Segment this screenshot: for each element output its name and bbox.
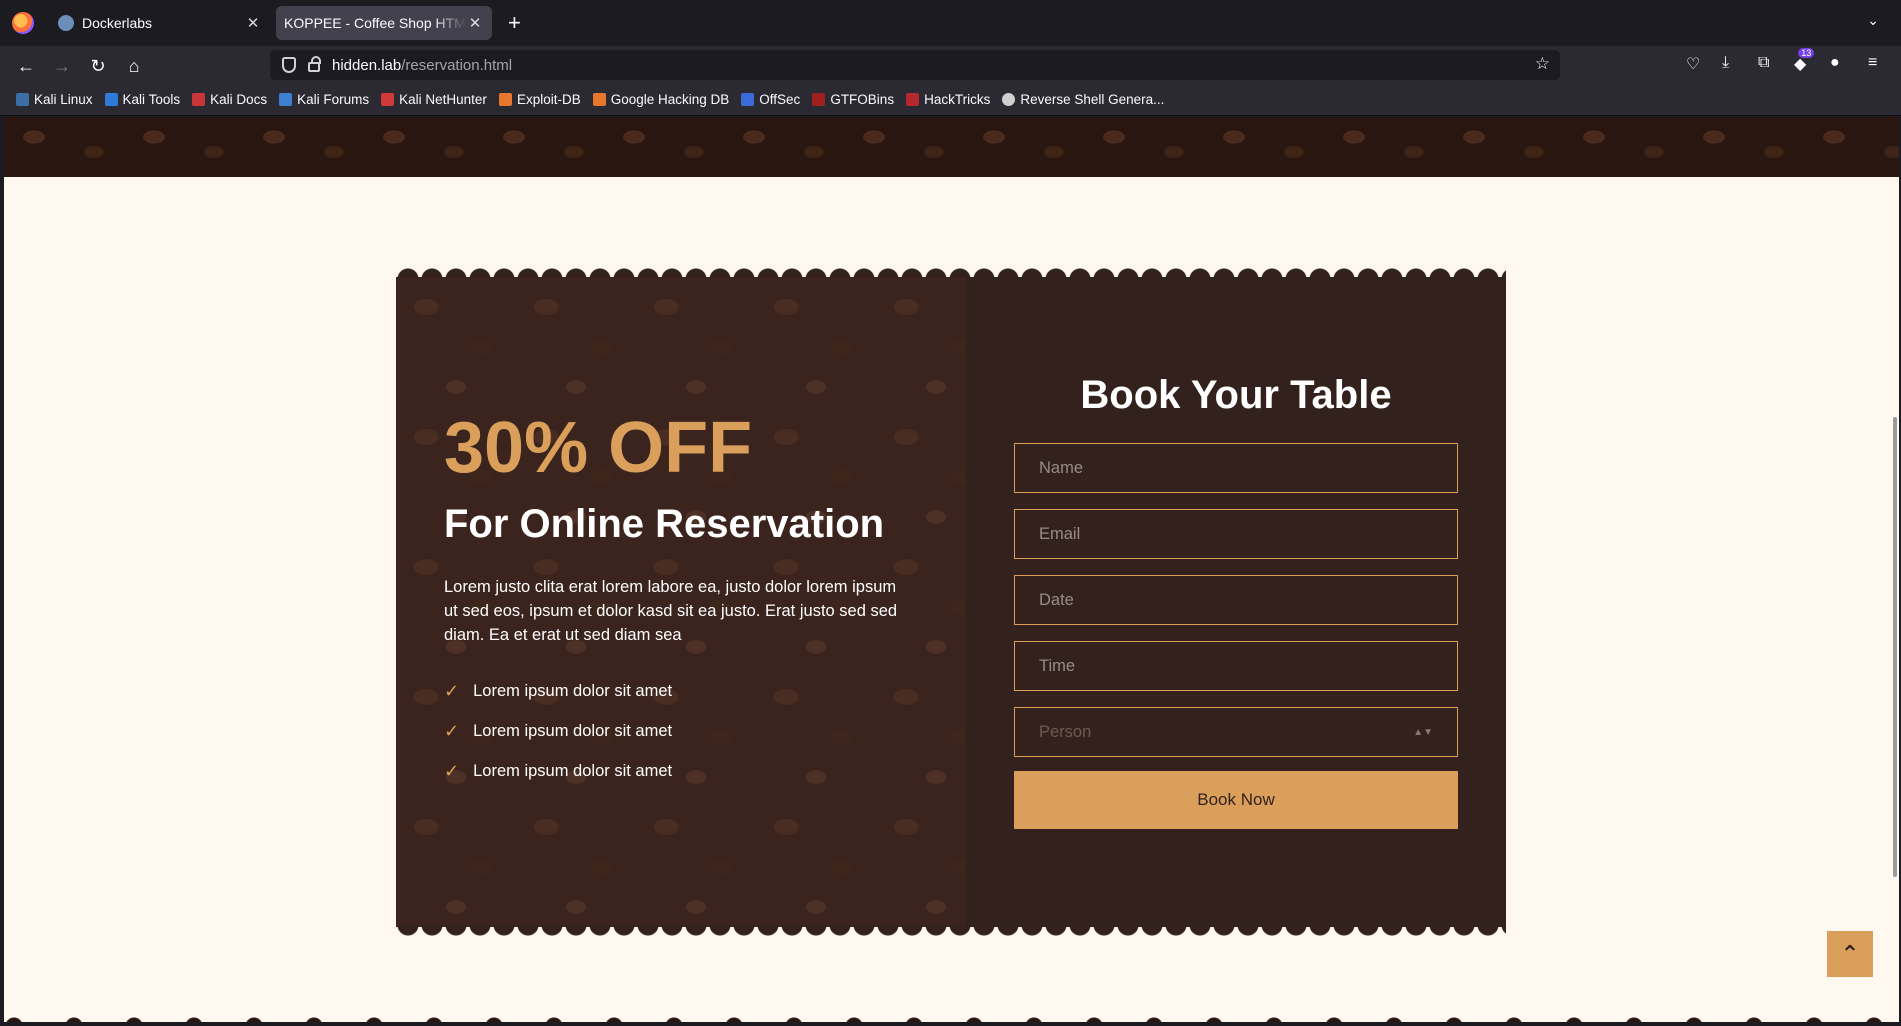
list-item: ✓ Lorem ipsum dolor sit amet bbox=[444, 751, 672, 791]
tab-label: KOPPEE - Coffee Shop HTML Te bbox=[284, 15, 466, 31]
back-to-top-button[interactable]: ⌃ bbox=[1827, 931, 1873, 977]
feature-list: ✓ Lorem ipsum dolor sit amet ✓ Lorem ipsum… bbox=[444, 671, 672, 791]
bookmark-label: Kali Linux bbox=[34, 92, 93, 107]
kali-forums-icon bbox=[279, 93, 293, 106]
offsec-icon bbox=[741, 93, 755, 106]
bookmark-star-icon[interactable]: ☆ bbox=[1535, 54, 1550, 74]
book-now-button[interactable]: Book Now bbox=[1014, 771, 1458, 829]
person-select-value: Person bbox=[1039, 722, 1092, 741]
address-bar[interactable]: hidden.lab /reservation.html ☆ bbox=[270, 50, 1560, 80]
globe-icon bbox=[58, 15, 74, 31]
bookmark-gtfobins[interactable]: GTFOBins bbox=[812, 92, 894, 107]
bookmark-label: Google Hacking DB bbox=[610, 92, 730, 107]
home-button[interactable]: ⌂ bbox=[120, 52, 148, 80]
list-item: ✓ Lorem ipsum dolor sit amet bbox=[444, 711, 672, 751]
select-arrows-icon: ▲▼ bbox=[1413, 726, 1433, 738]
bookmark-exploit-db[interactable]: Exploit-DB bbox=[498, 92, 581, 107]
bookmark-kali-nethunter[interactable]: Kali NetHunter bbox=[381, 92, 487, 107]
bookmark-label: Kali Forums bbox=[297, 92, 370, 107]
form-title: Book Your Table bbox=[1080, 373, 1392, 417]
pocket-icon[interactable]: ♡ bbox=[1686, 54, 1700, 74]
close-tab-icon[interactable]: ✕ bbox=[244, 14, 262, 32]
footer-edge bbox=[4, 1014, 1899, 1022]
bookmark-label: Kali Tools bbox=[122, 92, 181, 107]
shield-icon[interactable] bbox=[282, 57, 296, 73]
kali-icon bbox=[16, 93, 29, 106]
tab-label: Dockerlabs bbox=[82, 15, 153, 31]
exploit-db-icon bbox=[498, 93, 512, 106]
lock-icon[interactable] bbox=[308, 56, 321, 72]
back-button[interactable]: ← bbox=[12, 52, 40, 80]
bookmark-label: Exploit-DB bbox=[516, 92, 581, 107]
page-viewport: 30% OFF For Online Reservation Lorem jus… bbox=[4, 117, 1899, 1022]
extensions-icon[interactable]: ⧉ bbox=[1758, 54, 1769, 72]
kali-tools-icon bbox=[104, 93, 118, 106]
ghdb-icon bbox=[592, 93, 606, 106]
time-field[interactable] bbox=[1014, 641, 1458, 691]
bookmark-kali-forums[interactable]: Kali Forums bbox=[279, 92, 369, 107]
check-icon: ✓ bbox=[444, 760, 460, 781]
hacktricks-icon bbox=[906, 93, 920, 106]
tab-koppee[interactable]: KOPPEE - Coffee Shop HTML Te ✕ bbox=[276, 6, 492, 40]
tab-dockerlabs[interactable]: Dockerlabs ✕ bbox=[50, 6, 270, 40]
feature-text: Lorem ipsum dolor sit amet bbox=[473, 761, 673, 780]
bookmarks-toolbar: Kali Linux Kali Tools Kali Docs Kali For… bbox=[0, 84, 1901, 116]
bookmark-offsec[interactable]: OffSec bbox=[741, 92, 800, 107]
name-field[interactable] bbox=[1014, 443, 1458, 493]
bookmark-label: Reverse Shell Genera... bbox=[1020, 92, 1165, 107]
feature-text: Lorem ipsum dolor sit amet bbox=[473, 681, 673, 700]
promo-description: Lorem justo clita erat lorem labore ea, … bbox=[444, 578, 898, 644]
bookmark-google-hacking-db[interactable]: Google Hacking DB bbox=[592, 92, 730, 107]
coffee-beans-banner bbox=[4, 117, 1899, 185]
person-select[interactable]: Person ▲▼ bbox=[1014, 707, 1458, 757]
email-field[interactable] bbox=[1014, 509, 1458, 559]
kali-docs-icon bbox=[192, 93, 206, 106]
list-all-tabs-icon[interactable]: ⌄ bbox=[1867, 12, 1879, 29]
bookmark-reverse-shell[interactable]: Reverse Shell Genera... bbox=[1002, 92, 1164, 107]
bookmark-kali-docs[interactable]: Kali Docs bbox=[192, 92, 267, 107]
new-tab-button[interactable]: + bbox=[508, 10, 521, 36]
bookmark-kali-linux[interactable]: Kali Linux bbox=[16, 92, 93, 107]
check-icon: ✓ bbox=[444, 720, 460, 741]
feature-text: Lorem ipsum dolor sit amet bbox=[473, 721, 673, 740]
firefox-icon[interactable] bbox=[12, 12, 34, 34]
tab-bar: Dockerlabs ✕ KOPPEE - Coffee Shop HTML T… bbox=[0, 0, 1901, 46]
bookmark-label: HackTricks bbox=[924, 92, 991, 107]
extension-shield-icon[interactable]: ◆ 13 bbox=[1794, 48, 1815, 74]
gtfobins-icon bbox=[812, 93, 826, 106]
bookmark-label: GTFOBins bbox=[830, 92, 895, 107]
reload-button[interactable]: ↻ bbox=[84, 52, 112, 80]
nav-bar: ← → ↻ ⌂ hidden.lab /reservation.html ☆ ♡… bbox=[0, 46, 1901, 84]
reservation-section: 30% OFF For Online Reservation Lorem jus… bbox=[396, 265, 1506, 927]
menu-icon[interactable]: ≡ bbox=[1868, 54, 1877, 72]
date-field[interactable] bbox=[1014, 575, 1458, 625]
bookmark-hacktricks[interactable]: HackTricks bbox=[906, 92, 990, 107]
page-scrollbar[interactable] bbox=[1893, 417, 1897, 877]
promo-subtitle: For Online Reservation bbox=[444, 502, 885, 546]
extension-badge: 13 bbox=[1798, 48, 1815, 58]
bookmark-label: Kali NetHunter bbox=[399, 92, 487, 107]
bookmark-kali-tools[interactable]: Kali Tools bbox=[104, 92, 181, 107]
nethunter-icon bbox=[381, 93, 395, 106]
list-item: ✓ Lorem ipsum dolor sit amet bbox=[444, 671, 672, 711]
url-host: hidden.lab bbox=[332, 56, 402, 74]
downloads-icon[interactable]: ⤓ bbox=[1722, 54, 1729, 72]
discount-heading: 30% OFF bbox=[444, 408, 753, 488]
url-path: /reservation.html bbox=[401, 56, 513, 74]
skull-icon bbox=[1002, 93, 1016, 106]
profile-icon[interactable]: ● bbox=[1830, 54, 1840, 72]
reservation-promo: 30% OFF For Online Reservation Lorem jus… bbox=[396, 277, 966, 927]
forward-button[interactable]: → bbox=[48, 52, 76, 80]
bookmark-label: Kali Docs bbox=[210, 92, 268, 107]
bookmark-label: OffSec bbox=[759, 92, 801, 107]
close-tab-icon[interactable]: ✕ bbox=[466, 14, 484, 32]
check-icon: ✓ bbox=[444, 680, 460, 701]
